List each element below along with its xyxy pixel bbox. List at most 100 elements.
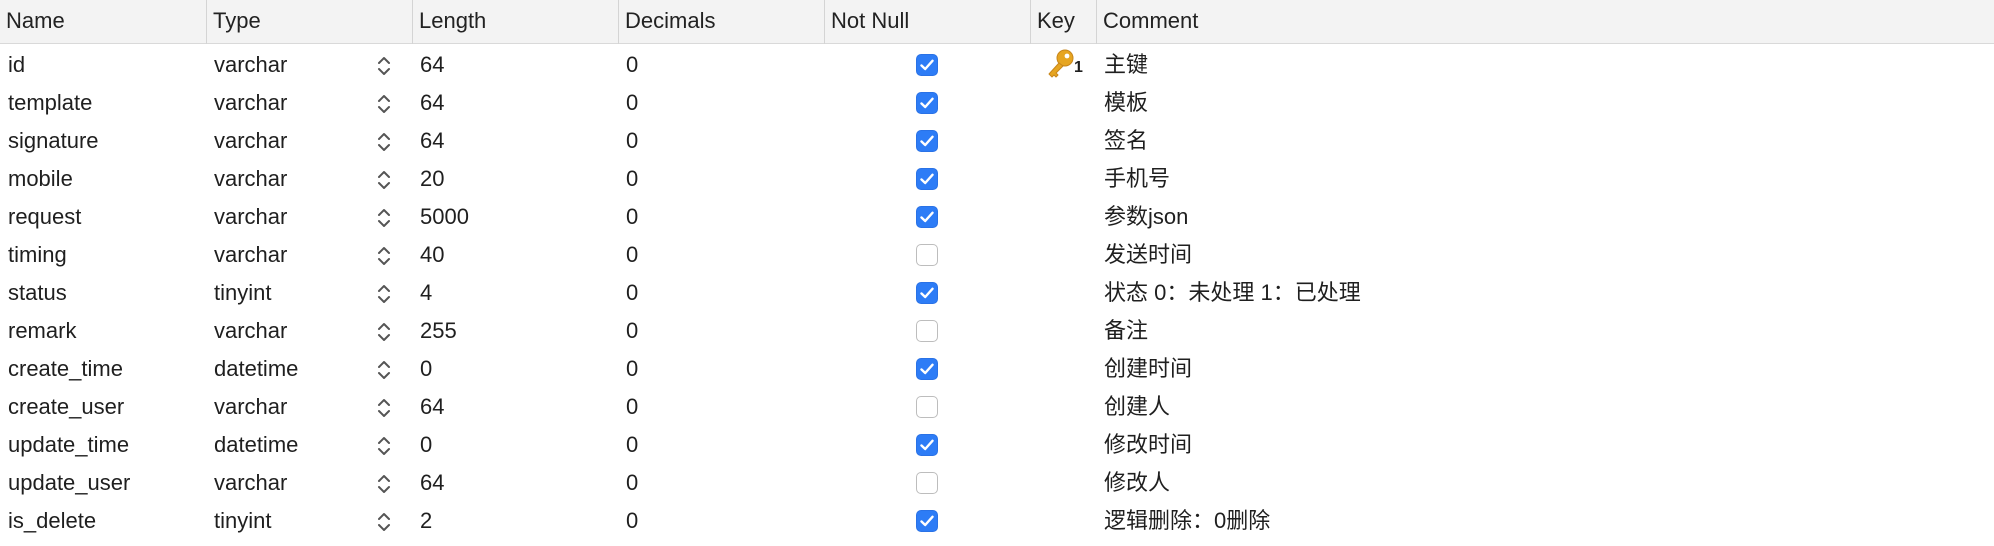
- not-null-checkbox[interactable]: [916, 396, 938, 418]
- not-null-checkbox[interactable]: [916, 168, 938, 190]
- field-decimals[interactable]: 0: [626, 198, 638, 236]
- field-comment[interactable]: 手机号: [1104, 160, 1170, 198]
- field-type[interactable]: datetime: [214, 426, 298, 464]
- not-null-checkbox[interactable]: [916, 358, 938, 380]
- chevron-up-down-icon[interactable]: [376, 207, 392, 229]
- chevron-up-down-icon[interactable]: [376, 321, 392, 343]
- not-null-checkbox[interactable]: [916, 206, 938, 228]
- column-header-length[interactable]: Length: [412, 0, 618, 44]
- field-comment[interactable]: 修改时间: [1104, 426, 1192, 464]
- field-length[interactable]: 64: [420, 388, 444, 426]
- field-comment[interactable]: 创建时间: [1104, 350, 1192, 388]
- field-name[interactable]: create_time: [8, 350, 123, 388]
- field-decimals[interactable]: 0: [626, 502, 638, 540]
- field-type[interactable]: tinyint: [214, 274, 271, 312]
- chevron-up-down-icon[interactable]: [376, 511, 392, 533]
- not-null-checkbox[interactable]: [916, 320, 938, 342]
- field-decimals[interactable]: 0: [626, 46, 638, 84]
- field-length[interactable]: 20: [420, 160, 444, 198]
- field-length[interactable]: 255: [420, 312, 457, 350]
- field-comment[interactable]: 备注: [1104, 312, 1148, 350]
- table-row[interactable]: status tinyint 4 0 状态 0：未处理 1：已处理: [0, 274, 1994, 312]
- chevron-up-down-icon[interactable]: [376, 359, 392, 381]
- field-decimals[interactable]: 0: [626, 122, 638, 160]
- chevron-up-down-icon[interactable]: [376, 283, 392, 305]
- field-length[interactable]: 0: [420, 426, 432, 464]
- field-comment[interactable]: 主键: [1104, 46, 1148, 84]
- chevron-up-down-icon[interactable]: [376, 473, 392, 495]
- chevron-up-down-icon[interactable]: [376, 435, 392, 457]
- field-decimals[interactable]: 0: [626, 426, 638, 464]
- field-type[interactable]: varchar: [214, 46, 287, 84]
- field-comment[interactable]: 修改人: [1104, 464, 1170, 502]
- field-name[interactable]: update_user: [8, 464, 130, 502]
- chevron-up-down-icon[interactable]: [376, 245, 392, 267]
- field-name[interactable]: signature: [8, 122, 99, 160]
- field-length[interactable]: 64: [420, 122, 444, 160]
- field-type[interactable]: tinyint: [214, 502, 271, 540]
- table-row[interactable]: signature varchar 64 0 签名: [0, 122, 1994, 160]
- field-decimals[interactable]: 0: [626, 236, 638, 274]
- table-row[interactable]: template varchar 64 0 模板: [0, 84, 1994, 122]
- field-name[interactable]: is_delete: [8, 502, 96, 540]
- column-header-key[interactable]: Key: [1030, 0, 1096, 44]
- field-length[interactable]: 2: [420, 502, 432, 540]
- not-null-checkbox[interactable]: [916, 510, 938, 532]
- not-null-checkbox[interactable]: [916, 54, 938, 76]
- field-decimals[interactable]: 0: [626, 312, 638, 350]
- field-comment[interactable]: 创建人: [1104, 388, 1170, 426]
- field-type[interactable]: varchar: [214, 84, 287, 122]
- column-header-type[interactable]: Type: [206, 0, 412, 44]
- chevron-up-down-icon[interactable]: [376, 169, 392, 191]
- field-name[interactable]: template: [8, 84, 92, 122]
- table-row[interactable]: remark varchar 255 0 备注: [0, 312, 1994, 350]
- not-null-checkbox[interactable]: [916, 244, 938, 266]
- field-name[interactable]: request: [8, 198, 81, 236]
- field-decimals[interactable]: 0: [626, 388, 638, 426]
- field-decimals[interactable]: 0: [626, 84, 638, 122]
- field-length[interactable]: 5000: [420, 198, 469, 236]
- table-row[interactable]: id varchar 64 0 1 主键: [0, 46, 1994, 84]
- table-row[interactable]: create_user varchar 64 0 创建人: [0, 388, 1994, 426]
- field-comment[interactable]: 发送时间: [1104, 236, 1192, 274]
- field-type[interactable]: varchar: [214, 388, 287, 426]
- field-comment[interactable]: 签名: [1104, 122, 1148, 160]
- field-length[interactable]: 64: [420, 464, 444, 502]
- table-row[interactable]: update_time datetime 0 0 修改时间: [0, 426, 1994, 464]
- field-decimals[interactable]: 0: [626, 350, 638, 388]
- table-row[interactable]: mobile varchar 20 0 手机号: [0, 160, 1994, 198]
- not-null-checkbox[interactable]: [916, 130, 938, 152]
- column-header-comment[interactable]: Comment: [1096, 0, 1994, 44]
- not-null-checkbox[interactable]: [916, 92, 938, 114]
- field-length[interactable]: 64: [420, 84, 444, 122]
- field-decimals[interactable]: 0: [626, 274, 638, 312]
- field-length[interactable]: 0: [420, 350, 432, 388]
- field-name[interactable]: update_time: [8, 426, 129, 464]
- field-decimals[interactable]: 0: [626, 464, 638, 502]
- field-comment[interactable]: 逻辑删除：0删除: [1104, 502, 1270, 540]
- field-type[interactable]: datetime: [214, 350, 298, 388]
- field-name[interactable]: id: [8, 46, 25, 84]
- not-null-checkbox[interactable]: [916, 282, 938, 304]
- column-header-not-null[interactable]: Not Null: [824, 0, 1030, 44]
- field-length[interactable]: 64: [420, 46, 444, 84]
- table-row[interactable]: create_time datetime 0 0 创建时间: [0, 350, 1994, 388]
- field-type[interactable]: varchar: [214, 198, 287, 236]
- field-comment[interactable]: 状态 0：未处理 1：已处理: [1104, 274, 1361, 312]
- field-type[interactable]: varchar: [214, 122, 287, 160]
- field-type[interactable]: varchar: [214, 160, 287, 198]
- table-row[interactable]: is_delete tinyint 2 0 逻辑删除：0删除: [0, 502, 1994, 540]
- not-null-checkbox[interactable]: [916, 434, 938, 456]
- table-row[interactable]: timing varchar 40 0 发送时间: [0, 236, 1994, 274]
- chevron-up-down-icon[interactable]: [376, 93, 392, 115]
- column-header-decimals[interactable]: Decimals: [618, 0, 824, 44]
- chevron-up-down-icon[interactable]: [376, 397, 392, 419]
- field-name[interactable]: create_user: [8, 388, 124, 426]
- field-name[interactable]: status: [8, 274, 67, 312]
- field-comment[interactable]: 模板: [1104, 84, 1148, 122]
- field-name[interactable]: remark: [8, 312, 76, 350]
- field-name[interactable]: timing: [8, 236, 67, 274]
- field-length[interactable]: 40: [420, 236, 444, 274]
- not-null-checkbox[interactable]: [916, 472, 938, 494]
- field-decimals[interactable]: 0: [626, 160, 638, 198]
